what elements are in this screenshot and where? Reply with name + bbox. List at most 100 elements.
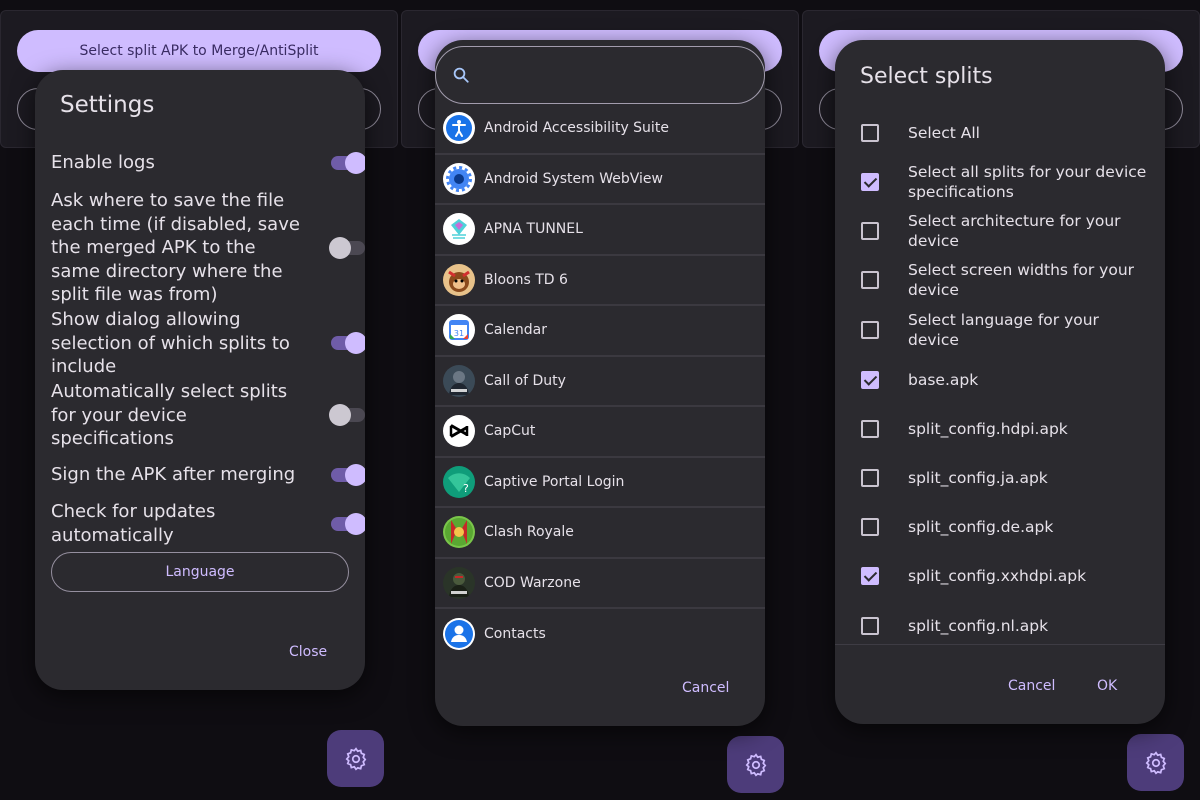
list-item[interactable]: Android Accessibility Suite	[435, 104, 765, 155]
split-option-xxhdpi[interactable]: split_config.xxhdpi.apk	[861, 566, 1151, 586]
split-option-hdpi[interactable]: split_config.hdpi.apk	[861, 419, 1151, 439]
setting-check-updates[interactable]: Check for updates automatically	[51, 500, 365, 547]
checkbox[interactable]	[861, 371, 879, 389]
setting-label: Enable logs	[51, 152, 155, 173]
split-option-architecture[interactable]: Select architecture for your device	[861, 211, 1151, 251]
setting-enable-logs[interactable]: Enable logs	[51, 151, 365, 175]
capcut-icon	[443, 415, 475, 448]
settings-fab-middle[interactable]	[727, 736, 784, 793]
gear-icon	[1145, 750, 1166, 775]
split-option-nl[interactable]: split_config.nl.apk	[861, 616, 1151, 636]
search-icon	[453, 67, 469, 83]
split-label: Select architecture for your device	[908, 212, 1121, 250]
list-item[interactable]: 31 Calendar	[435, 306, 765, 357]
list-item[interactable]: Clash Royale	[435, 508, 765, 559]
list-item[interactable]: Call of Duty	[435, 357, 765, 407]
checkbox[interactable]	[861, 420, 879, 438]
checkbox[interactable]	[861, 173, 879, 191]
warzone-icon	[443, 566, 475, 599]
setting-ask-save-location[interactable]: Ask where to save the file each time (if…	[51, 189, 365, 307]
app-name: CapCut	[484, 423, 536, 440]
split-label: split_config.de.apk	[908, 518, 1054, 536]
split-option-base-apk[interactable]: base.apk	[861, 370, 1151, 390]
accessibility-icon	[443, 112, 475, 145]
settings-fab-left[interactable]	[327, 730, 384, 787]
svg-text:?: ?	[463, 482, 469, 495]
app-name: Contacts	[484, 626, 546, 643]
setting-label: Ask where to save the file each time (if…	[51, 190, 300, 305]
list-item[interactable]: COD Warzone	[435, 559, 765, 609]
cancel-button[interactable]: Cancel	[1008, 678, 1055, 694]
language-button[interactable]: Language	[51, 552, 349, 592]
show-split-dialog-switch[interactable]	[331, 332, 365, 355]
search-input[interactable]	[435, 46, 765, 104]
app-name: Android System WebView	[484, 170, 663, 187]
checkbox[interactable]	[861, 469, 879, 487]
setting-label: Check for updates automatically	[51, 501, 216, 546]
close-button[interactable]: Close	[289, 644, 327, 660]
split-label: split_config.xxhdpi.apk	[908, 567, 1087, 585]
webview-gear-icon	[443, 162, 475, 195]
enable-logs-switch[interactable]	[331, 151, 365, 174]
sign-apk-switch[interactable]	[331, 463, 365, 486]
app-name: Call of Duty	[484, 372, 566, 389]
split-option-device-specs[interactable]: Select all splits for your device specif…	[861, 162, 1151, 202]
split-option-select-all[interactable]: Select All	[861, 123, 1151, 143]
checkbox[interactable]	[861, 271, 879, 289]
split-label: Select language for your device	[908, 311, 1099, 349]
svg-text:31: 31	[454, 329, 464, 338]
setting-sign-apk[interactable]: Sign the APK after merging	[51, 463, 365, 487]
list-item[interactable]: ? Captive Portal Login	[435, 458, 765, 508]
list-item[interactable]: Contacts	[435, 609, 765, 660]
app-name: Clash Royale	[484, 524, 574, 541]
list-item[interactable]: Bloons TD 6	[435, 256, 765, 306]
split-option-ja[interactable]: split_config.ja.apk	[861, 468, 1151, 488]
app-name: Bloons TD 6	[484, 271, 568, 288]
auto-select-splits-switch[interactable]	[329, 404, 365, 427]
gear-icon	[345, 746, 366, 771]
person-icon	[443, 618, 475, 651]
check-updates-switch[interactable]	[331, 512, 365, 535]
split-option-de[interactable]: split_config.de.apk	[861, 517, 1151, 537]
merge-button[interactable]: Select split APK to Merge/AntiSplit	[17, 30, 381, 72]
monkey-icon	[443, 263, 475, 296]
setting-label: Automatically select splits for your dev…	[51, 381, 288, 449]
app-name: Captive Portal Login	[484, 473, 625, 490]
list-item[interactable]: Android System WebView	[435, 155, 765, 205]
checkbox[interactable]	[861, 222, 879, 240]
split-label: Select All	[908, 124, 980, 142]
divider	[835, 644, 1165, 645]
split-label: Select screen widths for your device	[908, 261, 1135, 299]
settings-fab-right[interactable]	[1127, 734, 1184, 791]
split-label: split_config.hdpi.apk	[908, 420, 1068, 438]
setting-auto-select-splits[interactable]: Automatically select splits for your dev…	[51, 380, 365, 451]
app-picker-dialog: Android Accessibility Suite Android Syst…	[435, 40, 765, 726]
checkbox[interactable]	[861, 321, 879, 339]
split-option-language[interactable]: Select language for your device	[861, 310, 1151, 350]
list-item[interactable]: APNA TUNNEL	[435, 205, 765, 256]
split-label: split_config.ja.apk	[908, 469, 1048, 487]
ok-button[interactable]: OK	[1097, 678, 1117, 694]
clash-royale-icon	[443, 516, 475, 549]
setting-show-split-dialog[interactable]: Show dialog allowing selection of which …	[51, 308, 365, 379]
checkbox[interactable]	[861, 567, 879, 585]
app-name: Calendar	[484, 322, 547, 339]
setting-label: Sign the APK after merging	[51, 464, 296, 485]
checkbox[interactable]	[861, 124, 879, 142]
checkbox[interactable]	[861, 617, 879, 635]
split-option-screen-widths[interactable]: Select screen widths for your device	[861, 260, 1151, 300]
select-splits-dialog: Select splits Select All Select all spli…	[835, 40, 1165, 724]
settings-dialog: Settings Enable logs Ask where to save t…	[35, 70, 365, 690]
wifi-question-icon: ?	[443, 465, 475, 498]
tunnel-icon	[443, 213, 475, 246]
cancel-button[interactable]: Cancel	[682, 680, 729, 696]
checkbox[interactable]	[861, 518, 879, 536]
split-label: Select all splits for your device specif…	[908, 163, 1147, 201]
app-name: Android Accessibility Suite	[484, 120, 669, 137]
app-list: Android Accessibility Suite Android Syst…	[435, 104, 765, 660]
split-label: split_config.nl.apk	[908, 617, 1049, 635]
app-name: APNA TUNNEL	[484, 221, 583, 238]
select-splits-title: Select splits	[860, 64, 993, 89]
ask-save-location-switch[interactable]	[329, 236, 365, 259]
list-item[interactable]: CapCut	[435, 407, 765, 458]
